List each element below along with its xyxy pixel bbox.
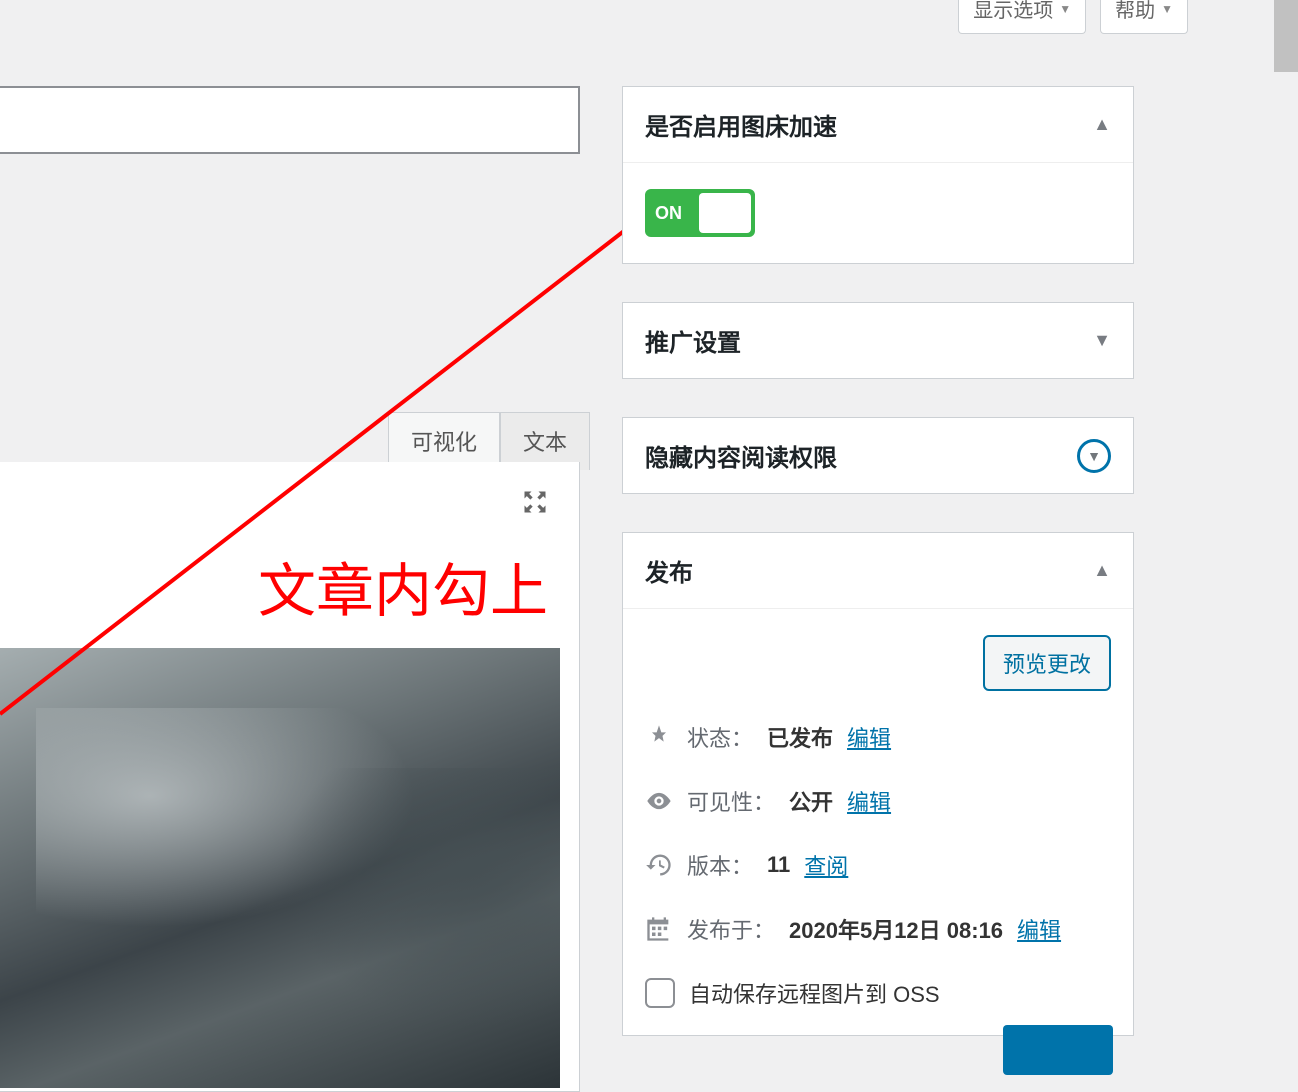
- published-edit-link[interactable]: 编辑: [1017, 913, 1061, 945]
- panel-promo: 推广设置 ▼: [622, 302, 1134, 379]
- panel-hidden-content-header[interactable]: 隐藏内容阅读权限 ▼: [623, 418, 1133, 493]
- fullscreen-icon[interactable]: [521, 488, 549, 516]
- chevron-down-icon: ▼: [1093, 330, 1111, 351]
- revisions-label: 版本：: [687, 849, 753, 881]
- revisions-row: 版本： 11 查阅: [645, 849, 1111, 881]
- content-image[interactable]: [0, 648, 560, 1088]
- status-value: 已发布: [767, 721, 833, 753]
- status-row: 状态： 已发布 编辑: [645, 721, 1111, 753]
- toggle-knob: [699, 193, 751, 233]
- cdn-toggle[interactable]: ON: [645, 189, 755, 237]
- auto-save-row: 自动保存远程图片到 OSS: [645, 977, 1111, 1009]
- panel-cdn-title: 是否启用图床加速: [645, 107, 837, 142]
- preview-changes-button[interactable]: 预览更改: [983, 635, 1111, 691]
- eye-icon: [645, 787, 673, 815]
- auto-save-label: 自动保存远程图片到 OSS: [689, 977, 940, 1009]
- panel-promo-header[interactable]: 推广设置 ▼: [623, 303, 1133, 378]
- revisions-value: 11: [767, 852, 790, 878]
- published-row: 发布于： 2020年5月12日 08:16 编辑: [645, 913, 1111, 945]
- calendar-icon: [645, 915, 673, 943]
- panel-cdn-accel: 是否启用图床加速 ▲ ON: [622, 86, 1134, 264]
- revisions-browse-link[interactable]: 查阅: [804, 849, 848, 881]
- chevron-down-icon: ▼: [1059, 2, 1071, 16]
- panel-cdn-header[interactable]: 是否启用图床加速 ▲: [623, 87, 1133, 163]
- auto-save-checkbox[interactable]: [645, 978, 675, 1008]
- screen-options-label: 显示选项: [973, 0, 1053, 23]
- annotation-label: 文章内勾上: [258, 544, 548, 628]
- help-button[interactable]: 帮助 ▼: [1100, 0, 1188, 34]
- panel-publish-header[interactable]: 发布 ▲: [623, 533, 1133, 609]
- circle-toggle-icon[interactable]: ▼: [1077, 439, 1111, 473]
- pin-icon: [645, 723, 673, 751]
- panel-promo-title: 推广设置: [645, 323, 741, 358]
- post-title-input[interactable]: [0, 86, 580, 154]
- status-edit-link[interactable]: 编辑: [847, 721, 891, 753]
- panel-publish: 发布 ▲ 预览更改 状态： 已发布 编辑 可见性： 公开 编辑 版本：: [622, 532, 1134, 1036]
- panel-hidden-content-title: 隐藏内容阅读权限: [645, 438, 837, 473]
- published-value: 2020年5月12日 08:16: [789, 913, 1003, 945]
- visibility-label: 可见性：: [687, 785, 775, 817]
- chevron-up-icon: ▲: [1093, 560, 1111, 581]
- visibility-edit-link[interactable]: 编辑: [847, 785, 891, 817]
- update-button[interactable]: [1003, 1025, 1113, 1075]
- screen-options-button[interactable]: 显示选项 ▼: [958, 0, 1086, 34]
- history-icon: [645, 851, 673, 879]
- panel-hidden-content: 隐藏内容阅读权限 ▼: [622, 417, 1134, 494]
- panel-publish-title: 发布: [645, 553, 693, 588]
- visibility-row: 可见性： 公开 编辑: [645, 785, 1111, 817]
- toggle-on-label: ON: [655, 203, 682, 224]
- chevron-down-icon: ▼: [1161, 2, 1173, 16]
- scrollbar-thumb[interactable]: [1274, 0, 1298, 72]
- status-label: 状态：: [687, 721, 753, 753]
- chevron-up-icon: ▲: [1093, 114, 1111, 135]
- published-label: 发布于：: [687, 913, 775, 945]
- help-label: 帮助: [1115, 0, 1155, 23]
- visibility-value: 公开: [789, 785, 833, 817]
